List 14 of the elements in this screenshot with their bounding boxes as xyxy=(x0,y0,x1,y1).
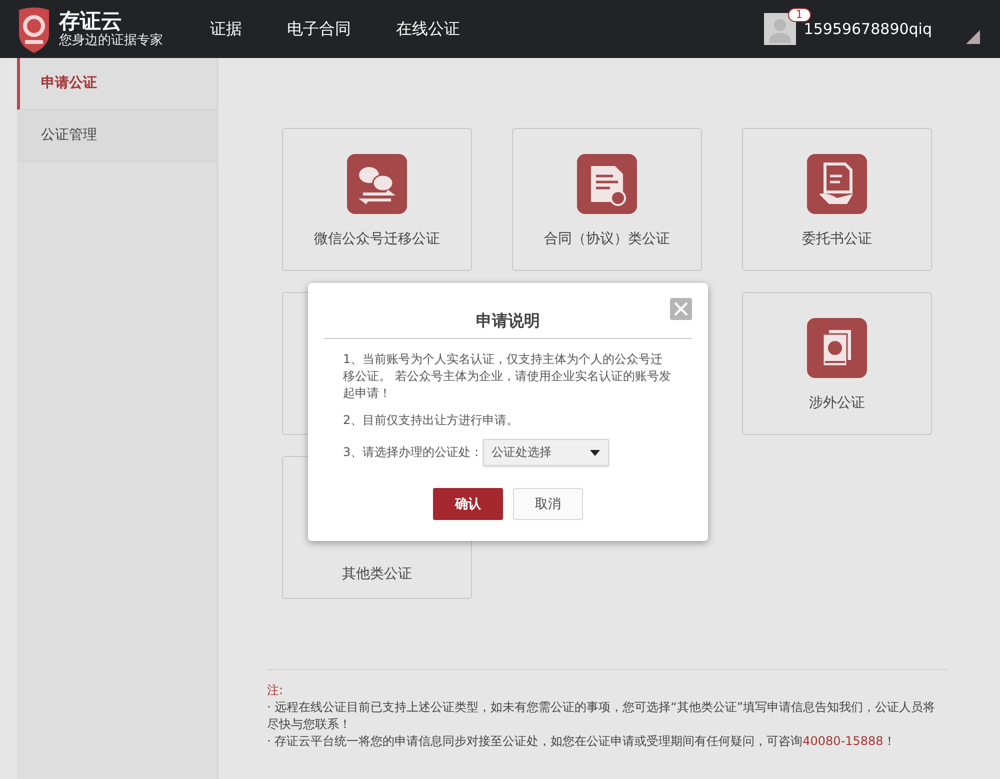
notification-badge: 1 xyxy=(788,8,811,22)
select-label: 3、请选择办理的公证处： xyxy=(343,444,483,461)
service-label: 委托书公证 xyxy=(802,230,872,249)
note-text: · 远程在线公证目前已支持上述公证类型，如未有您需公证的事项，您可选择“其他类公证”填写申请信息告知我们，公证人员将尽快与您联系！ xyxy=(267,699,936,733)
instruction-text: 2、目前仅支持出让方进行申请。 xyxy=(343,412,520,429)
note-text: · 存证云平台统一将您的申请信息同步对接至公证处，如您在公证申请或受理期间有任何疑问，可咨询40080-15888！ xyxy=(267,733,896,750)
service-label: 涉外公证 xyxy=(809,394,865,413)
service-label: 微信公众号迁移公证 xyxy=(314,230,440,249)
brand-name: 存证云 xyxy=(59,9,123,33)
service-label: 其他类公证 xyxy=(342,565,412,584)
instruction-text: 1、当前账号为个人实名认证，仅支持主体为个人的公众号迁移公证。 若公众号主体为企业，请使用企业实名认证的账号发起申请！ xyxy=(343,351,672,402)
service-label: 合同（协议）类公证 xyxy=(544,230,670,249)
notes-title: 注: xyxy=(267,682,284,699)
brand-slogan: 您身边的证据专家 xyxy=(59,33,163,49)
